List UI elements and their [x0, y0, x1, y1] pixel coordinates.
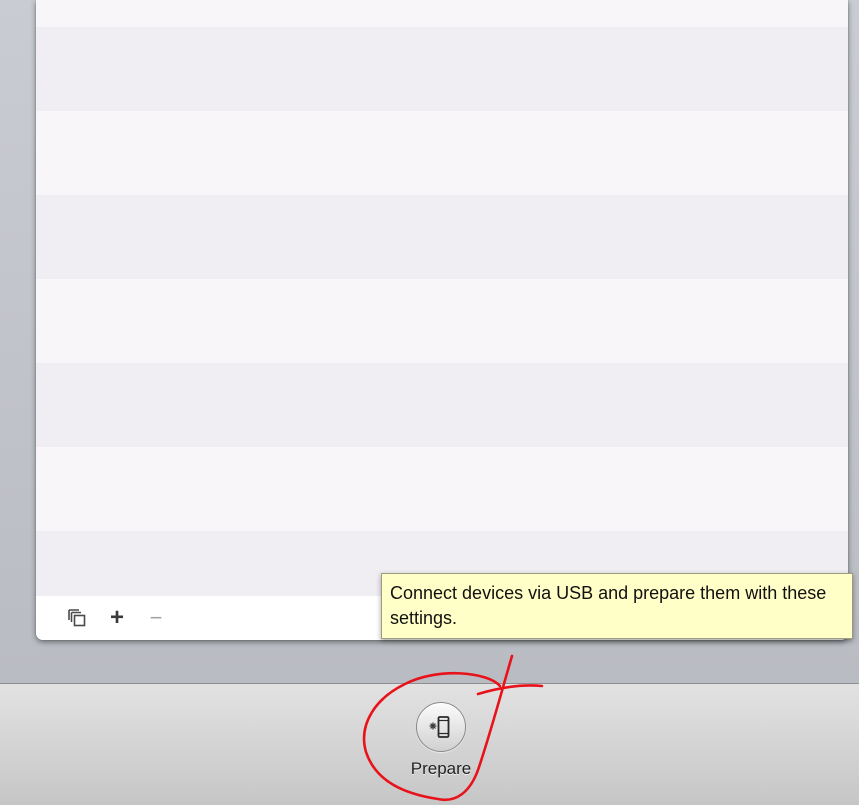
settings-list-panel: + −	[36, 0, 848, 640]
remove-button[interactable]: −	[146, 596, 166, 640]
prepare-tooltip: Connect devices via USB and prepare them…	[381, 573, 853, 639]
list-row[interactable]	[36, 111, 848, 195]
list-row[interactable]	[36, 195, 848, 279]
list-row[interactable]	[36, 0, 848, 27]
device-prepare-icon	[429, 716, 450, 738]
prepare-button-circle[interactable]	[416, 702, 466, 752]
list-row[interactable]	[36, 447, 848, 531]
list-row[interactable]	[36, 363, 848, 447]
prepare-button-label: Prepare	[410, 759, 472, 778]
prepare-button[interactable]: Prepare	[396, 696, 486, 786]
bottom-toolbar: Prepare	[0, 683, 859, 805]
duplicate-icon	[68, 609, 86, 627]
list-row[interactable]	[36, 279, 848, 363]
duplicate-button[interactable]	[66, 596, 88, 640]
add-button[interactable]: +	[106, 596, 128, 640]
list-row[interactable]	[36, 27, 848, 111]
settings-list	[36, 0, 848, 596]
